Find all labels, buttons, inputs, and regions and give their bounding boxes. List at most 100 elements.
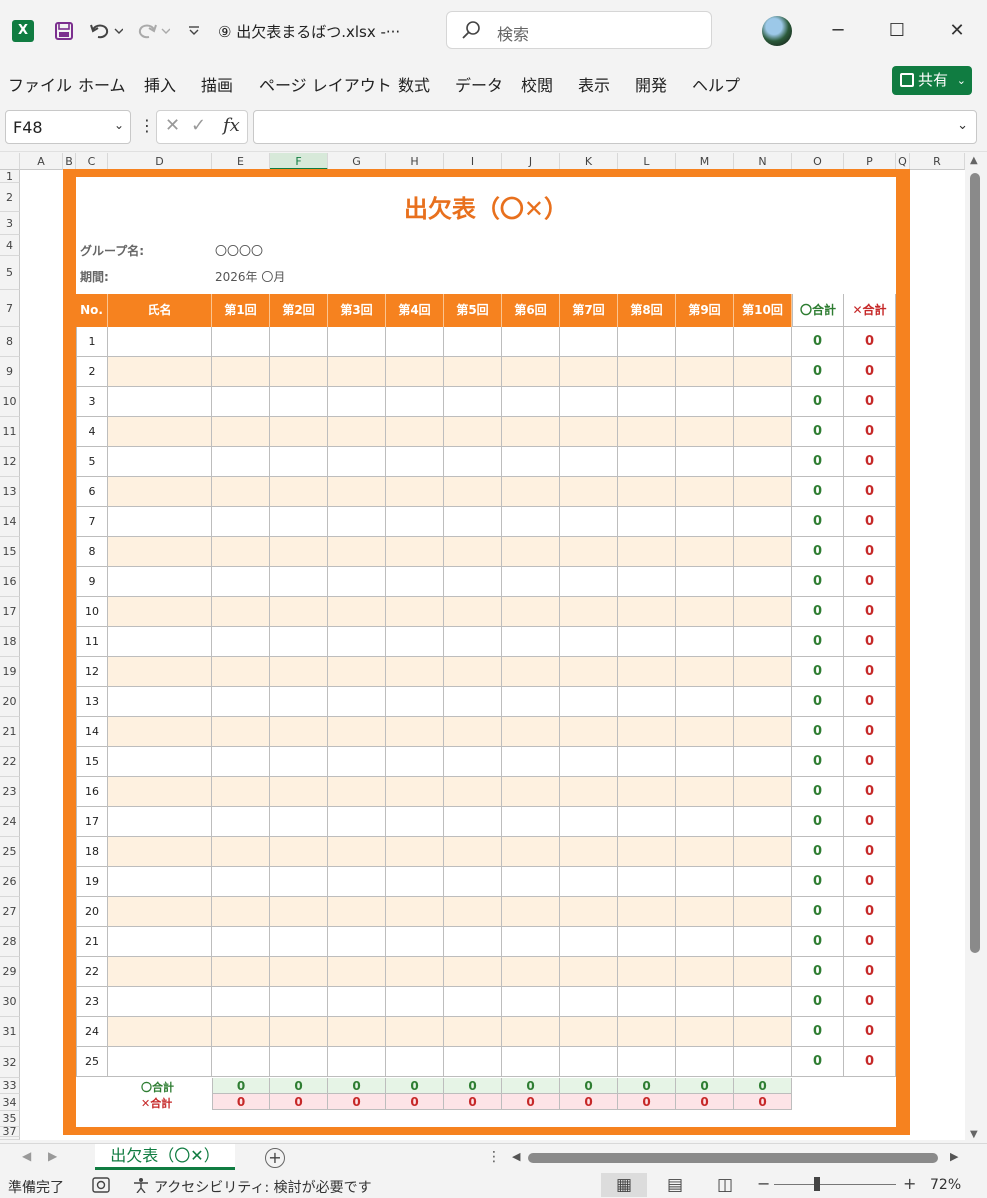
- attendance-cell[interactable]: [676, 327, 734, 357]
- minimize-icon[interactable]: ─: [823, 18, 853, 44]
- attendance-cell[interactable]: [444, 357, 502, 387]
- row-header[interactable]: 28: [0, 927, 20, 957]
- attendance-cell[interactable]: [676, 1047, 734, 1077]
- menu-developer[interactable]: 開発: [635, 72, 667, 96]
- attendance-cell[interactable]: [502, 387, 560, 417]
- attendance-cell[interactable]: [444, 807, 502, 837]
- menu-formulas[interactable]: 数式: [398, 72, 430, 96]
- name-cell[interactable]: [108, 567, 212, 597]
- attendance-cell[interactable]: [270, 1017, 328, 1047]
- attendance-cell[interactable]: [444, 747, 502, 777]
- column-header-g[interactable]: G: [328, 153, 386, 170]
- attendance-cell[interactable]: [270, 447, 328, 477]
- attendance-cell[interactable]: [270, 387, 328, 417]
- vertical-scroll-thumb[interactable]: [970, 173, 980, 953]
- attendance-cell[interactable]: [270, 507, 328, 537]
- attendance-cell[interactable]: [212, 747, 270, 777]
- sheet-tab-active[interactable]: 出欠表（〇✕）: [95, 1144, 235, 1170]
- attendance-cell[interactable]: [444, 777, 502, 807]
- row-header[interactable]: 1: [0, 170, 20, 183]
- name-cell[interactable]: [108, 927, 212, 957]
- name-cell[interactable]: [108, 447, 212, 477]
- attendance-cell[interactable]: [560, 867, 618, 897]
- attendance-cell[interactable]: [386, 957, 444, 987]
- save-icon[interactable]: [52, 18, 76, 44]
- row-header[interactable]: 12: [0, 447, 20, 477]
- attendance-cell[interactable]: [560, 837, 618, 867]
- attendance-cell[interactable]: [502, 357, 560, 387]
- name-cell[interactable]: [108, 837, 212, 867]
- attendance-cell[interactable]: [444, 927, 502, 957]
- row-header[interactable]: 16: [0, 567, 20, 597]
- attendance-cell[interactable]: [502, 837, 560, 867]
- attendance-cell[interactable]: [270, 747, 328, 777]
- row-header[interactable]: 4: [0, 235, 20, 256]
- attendance-cell[interactable]: [560, 417, 618, 447]
- vertical-scrollbar[interactable]: ▲ ▼: [965, 153, 987, 1143]
- attendance-cell[interactable]: [386, 747, 444, 777]
- page-break-view-icon[interactable]: ◫: [702, 1173, 748, 1197]
- attendance-cell[interactable]: [502, 717, 560, 747]
- attendance-cell[interactable]: [444, 1017, 502, 1047]
- group-name-value[interactable]: 〇〇〇〇: [215, 242, 263, 259]
- name-cell[interactable]: [108, 387, 212, 417]
- row-header[interactable]: 9: [0, 357, 20, 387]
- attendance-cell[interactable]: [386, 1047, 444, 1077]
- attendance-cell[interactable]: [270, 897, 328, 927]
- period-value[interactable]: 2026年 〇月: [215, 268, 285, 285]
- attendance-cell[interactable]: [328, 447, 386, 477]
- column-header-l[interactable]: L: [618, 153, 676, 170]
- menu-file[interactable]: ファイル: [8, 72, 72, 96]
- attendance-cell[interactable]: [328, 897, 386, 927]
- attendance-cell[interactable]: [502, 537, 560, 567]
- attendance-cell[interactable]: [328, 567, 386, 597]
- attendance-cell[interactable]: [212, 807, 270, 837]
- row-header[interactable]: 23: [0, 777, 20, 807]
- attendance-cell[interactable]: [676, 717, 734, 747]
- attendance-cell[interactable]: [212, 1047, 270, 1077]
- attendance-cell[interactable]: [502, 1047, 560, 1077]
- row-header[interactable]: 5: [0, 256, 20, 290]
- row-header[interactable]: 19: [0, 657, 20, 687]
- attendance-cell[interactable]: [502, 927, 560, 957]
- attendance-cell[interactable]: [270, 477, 328, 507]
- attendance-cell[interactable]: [502, 627, 560, 657]
- attendance-cell[interactable]: [444, 327, 502, 357]
- chevron-down-icon[interactable]: ⌄: [114, 118, 124, 132]
- attendance-cell[interactable]: [676, 627, 734, 657]
- attendance-cell[interactable]: [270, 687, 328, 717]
- row-header[interactable]: 24: [0, 807, 20, 837]
- attendance-cell[interactable]: [676, 657, 734, 687]
- attendance-cell[interactable]: [734, 867, 792, 897]
- attendance-cell[interactable]: [328, 927, 386, 957]
- attendance-cell[interactable]: [212, 657, 270, 687]
- name-cell[interactable]: [108, 537, 212, 567]
- zoom-level[interactable]: 72%: [930, 1177, 961, 1193]
- attendance-cell[interactable]: [618, 507, 676, 537]
- attendance-cell[interactable]: [676, 987, 734, 1017]
- attendance-cell[interactable]: [270, 567, 328, 597]
- zoom-out-icon[interactable]: −: [757, 1174, 770, 1193]
- attendance-cell[interactable]: [212, 987, 270, 1017]
- attendance-cell[interactable]: [270, 357, 328, 387]
- attendance-cell[interactable]: [502, 987, 560, 1017]
- attendance-cell[interactable]: [328, 357, 386, 387]
- attendance-cell[interactable]: [734, 957, 792, 987]
- attendance-cell[interactable]: [270, 987, 328, 1017]
- attendance-cell[interactable]: [444, 447, 502, 477]
- attendance-cell[interactable]: [618, 747, 676, 777]
- column-header-m[interactable]: M: [676, 153, 734, 170]
- attendance-cell[interactable]: [444, 507, 502, 537]
- attendance-cell[interactable]: [212, 537, 270, 567]
- attendance-cell[interactable]: [444, 957, 502, 987]
- attendance-cell[interactable]: [444, 387, 502, 417]
- attendance-cell[interactable]: [386, 927, 444, 957]
- attendance-cell[interactable]: [328, 867, 386, 897]
- attendance-cell[interactable]: [328, 387, 386, 417]
- name-cell[interactable]: [108, 357, 212, 387]
- attendance-cell[interactable]: [560, 927, 618, 957]
- attendance-cell[interactable]: [444, 627, 502, 657]
- attendance-cell[interactable]: [734, 537, 792, 567]
- attendance-cell[interactable]: [560, 567, 618, 597]
- column-header-p[interactable]: P: [844, 153, 896, 170]
